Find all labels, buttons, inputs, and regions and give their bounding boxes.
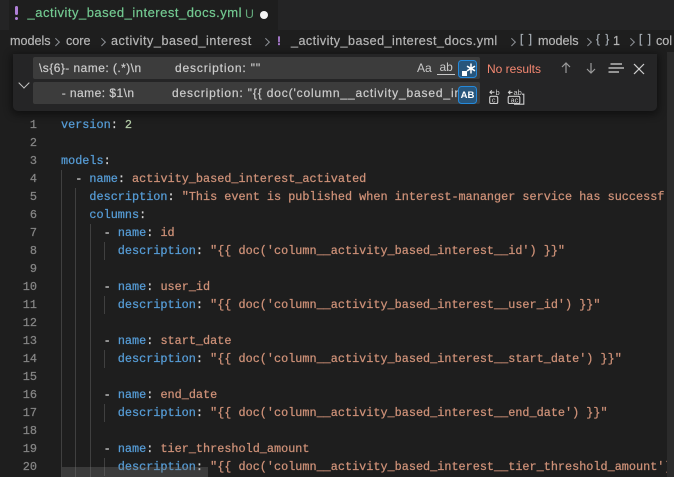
svg-text:ac: ac (511, 95, 519, 104)
svg-text:b: b (495, 89, 499, 97)
svg-text:c: c (491, 95, 495, 104)
